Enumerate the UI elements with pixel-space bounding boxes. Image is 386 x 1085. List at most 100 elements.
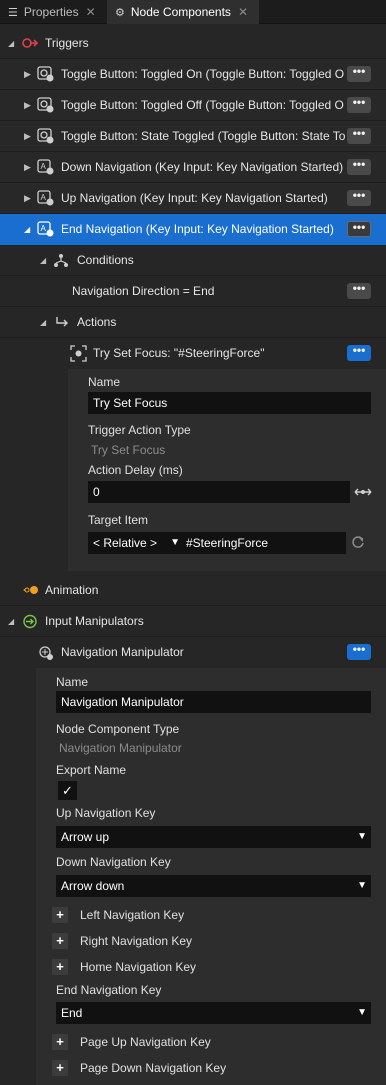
node-components-icon: ⚙	[115, 6, 125, 19]
down-navigation-key-dropdown[interactable]: Arrow down ▼	[56, 875, 371, 897]
expand-icon[interactable]: ▶	[24, 162, 31, 173]
target-item-label: Target Item	[88, 513, 149, 527]
trigger-label: Up Navigation (Key Input: Key Navigation…	[61, 191, 328, 205]
tab-properties[interactable]: ☰ Properties ✕	[0, 0, 106, 24]
actions-icon	[56, 317, 68, 327]
set-focus-icon	[70, 345, 87, 362]
manipulator-name-input[interactable]: Navigation Manipulator	[56, 691, 371, 713]
key-input-trigger-icon: A	[37, 221, 54, 237]
more-button[interactable]: •••	[347, 221, 371, 237]
input-manipulator-icon	[23, 614, 37, 629]
condition-row[interactable]: Navigation Direction = End •••	[0, 276, 386, 307]
reset-icon[interactable]	[351, 535, 365, 549]
key-input-trigger-icon: A	[37, 190, 54, 206]
trigger-label: Toggle Button: Toggled On (Toggle Button…	[61, 67, 345, 81]
chevron-down-icon: ▼	[357, 831, 367, 842]
action-name-input[interactable]: Try Set Focus	[88, 392, 371, 414]
chevron-down-icon: ▼	[357, 1007, 367, 1018]
chevron-down-icon: ▼	[357, 880, 367, 891]
expand-icon[interactable]: ▶	[24, 69, 31, 80]
add-home-navigation-key-button[interactable]: +	[52, 959, 68, 975]
more-button[interactable]: •••	[347, 65, 371, 82]
collapse-icon[interactable]: ◢	[40, 256, 46, 265]
navigation-manipulator-label: Navigation Manipulator	[61, 645, 184, 659]
trigger-label: Toggle Button: State Toggled (Toggle But…	[61, 129, 345, 143]
animation-icon	[23, 586, 38, 594]
toggle-trigger-icon	[37, 66, 54, 82]
collapse-icon[interactable]: ◢	[8, 39, 14, 48]
end-navigation-key-dropdown[interactable]: End ▼	[56, 1002, 371, 1024]
name-label: Name	[88, 375, 121, 389]
actions-section[interactable]: ◢ Actions	[0, 307, 386, 338]
collapse-icon[interactable]: ◢	[8, 617, 14, 626]
target-mode-value: < Relative >	[93, 536, 158, 550]
trigger-row[interactable]: ▶ A Down Navigation (Key Input: Key Navi…	[0, 152, 386, 183]
chevron-down-icon: ▼	[170, 537, 180, 548]
target-mode-dropdown[interactable]: < Relative > ▼	[88, 532, 184, 554]
add-page-down-navigation-key-button[interactable]: +	[52, 1060, 68, 1076]
collapse-icon[interactable]: ◢	[40, 318, 46, 327]
trigger-row[interactable]: ▶ Toggle Button: State Toggled (Toggle B…	[0, 121, 386, 152]
more-button[interactable]: •••	[347, 158, 371, 175]
up-navigation-key-dropdown[interactable]: Arrow up ▼	[56, 826, 371, 848]
navigation-manipulator-row[interactable]: Navigation Manipulator •••	[0, 637, 386, 668]
expand-icon[interactable]: ▶	[24, 131, 31, 142]
collapse-icon[interactable]: ◢	[24, 225, 30, 234]
conditions-section[interactable]: ◢ Conditions	[0, 245, 386, 276]
condition-label: Navigation Direction = End	[72, 284, 215, 298]
animation-section[interactable]: Animation	[0, 575, 386, 606]
add-page-up-navigation-key-button[interactable]: +	[52, 1034, 68, 1050]
more-button[interactable]: •••	[347, 96, 371, 113]
toggle-trigger-icon	[37, 97, 54, 113]
target-item-input[interactable]: #SteeringForce	[184, 532, 346, 554]
more-button[interactable]: •••	[347, 643, 371, 660]
expand-icon[interactable]: ▶	[24, 100, 31, 111]
conditions-icon	[54, 254, 68, 267]
action-label: Try Set Focus: "#SteeringForce"	[93, 346, 265, 360]
more-button[interactable]: •••	[347, 127, 371, 144]
animation-header-label: Animation	[45, 583, 99, 597]
down-navigation-key-label: Down Navigation Key	[56, 855, 171, 869]
toggle-trigger-icon	[37, 128, 54, 144]
action-delay-input[interactable]: 0	[88, 481, 350, 503]
end-navigation-key-label: End Navigation Key	[56, 983, 162, 997]
conditions-header-label: Conditions	[77, 253, 134, 267]
action-row[interactable]: Try Set Focus: "#SteeringForce" •••	[0, 338, 386, 369]
triggers-header-label: Triggers	[45, 36, 89, 50]
right-navigation-key-label: Right Navigation Key	[80, 934, 193, 948]
trigger-label: Toggle Button: Toggled Off (Toggle Butto…	[61, 98, 344, 112]
triggers-section[interactable]: ◢ Triggers	[0, 28, 386, 59]
trigger-row[interactable]: ▶ Toggle Button: Toggled Off (Toggle But…	[0, 90, 386, 121]
tab-bar: ☰ Properties ✕ ⚙ Node Components ✕	[0, 0, 386, 24]
page-down-navigation-key-label: Page Down Navigation Key	[80, 1061, 227, 1075]
end-navigation-key-value: End	[61, 1006, 83, 1020]
trigger-row-selected[interactable]: ◢ A End Navigation (Key Input: Key Navig…	[0, 214, 386, 245]
svg-text:A: A	[41, 224, 47, 233]
close-icon[interactable]: ✕	[238, 5, 248, 19]
tab-node-components[interactable]: ⚙ Node Components ✕	[107, 0, 259, 24]
properties-icon: ☰	[8, 6, 18, 19]
trigger-action-type-value: Try Set Focus	[91, 443, 166, 457]
more-button[interactable]: •••	[347, 344, 371, 361]
expand-icon[interactable]: ▶	[24, 193, 31, 204]
drag-value-icon[interactable]	[354, 487, 372, 497]
navigation-manipulator-icon	[39, 646, 53, 660]
page-up-navigation-key-label: Page Up Navigation Key	[80, 1035, 211, 1049]
trigger-row[interactable]: ▶ A Up Navigation (Key Input: Key Naviga…	[0, 183, 386, 214]
add-left-navigation-key-button[interactable]: +	[52, 907, 68, 923]
action-delay-label: Action Delay (ms)	[88, 463, 183, 477]
close-icon[interactable]: ✕	[86, 5, 96, 19]
trigger-label: End Navigation (Key Input: Key Navigatio…	[61, 222, 334, 236]
add-right-navigation-key-button[interactable]: +	[52, 933, 68, 949]
home-navigation-key-label: Home Navigation Key	[80, 960, 197, 974]
export-name-checkbox[interactable]: ✓	[58, 781, 77, 800]
svg-text:A: A	[41, 162, 47, 171]
actions-header-label: Actions	[77, 315, 117, 329]
up-navigation-key-label: Up Navigation Key	[56, 806, 156, 820]
more-button[interactable]: •••	[347, 282, 371, 299]
input-manipulators-section[interactable]: ◢ Input Manipulators	[0, 606, 386, 637]
left-navigation-key-label: Left Navigation Key	[80, 908, 185, 922]
tab-node-components-label: Node Components	[130, 5, 231, 19]
trigger-row[interactable]: ▶ Toggle Button: Toggled On (Toggle Butt…	[0, 59, 386, 90]
more-button[interactable]: •••	[347, 189, 371, 206]
